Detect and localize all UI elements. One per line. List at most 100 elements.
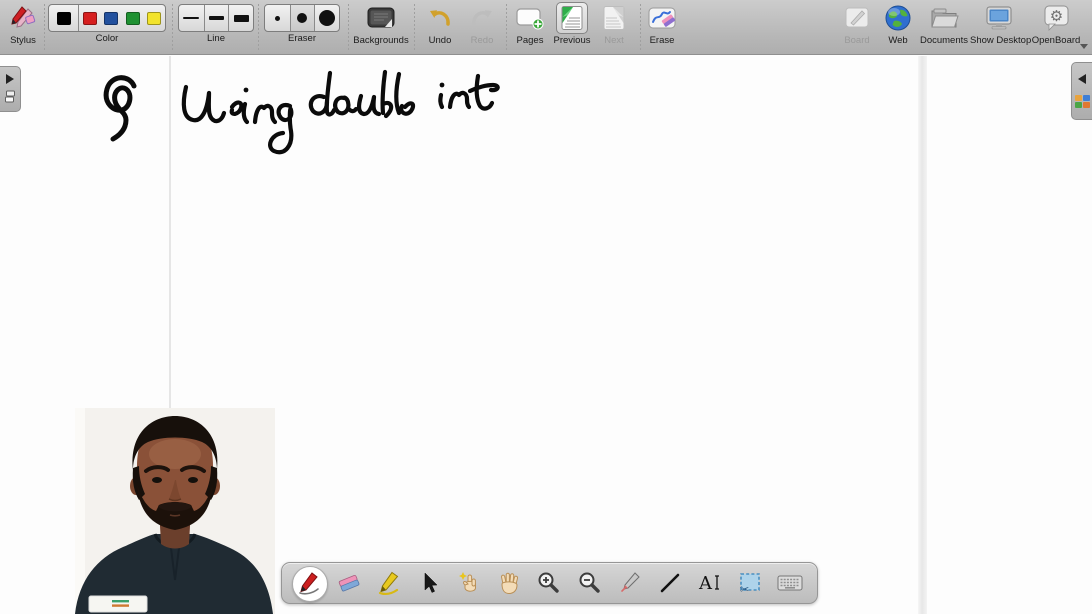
previous-page-icon <box>551 2 593 34</box>
page-edge-divider <box>918 56 927 614</box>
eraser-tool-button[interactable] <box>332 565 366 601</box>
eraser-large-button[interactable] <box>314 5 339 31</box>
eraser-label: Eraser <box>264 33 340 44</box>
show-desktop-button[interactable]: Show Desktop <box>970 2 1028 46</box>
floating-tool-palette: A ✂ <box>281 562 818 604</box>
web-label: Web <box>880 35 916 46</box>
line-tool-button[interactable] <box>653 565 687 601</box>
handwriting-q-stroke <box>106 78 134 139</box>
openboard-window: Stylus Color <box>0 0 1092 614</box>
webcam-overlay <box>75 408 275 614</box>
keyboard-icon <box>776 570 804 596</box>
color-swatch-yellow[interactable] <box>143 5 165 31</box>
eraser-medium-button[interactable] <box>290 5 315 31</box>
eraser-small-button[interactable] <box>265 5 290 31</box>
hand-tool-button[interactable] <box>492 565 526 601</box>
interact-tool-button[interactable] <box>452 565 486 601</box>
color-swatch <box>83 12 97 25</box>
undo-icon <box>420 2 460 34</box>
toolbar-separator <box>640 4 641 50</box>
backgrounds-icon <box>352 2 410 34</box>
line-icon <box>658 571 682 595</box>
pen-icon <box>296 570 322 596</box>
erase-page-button[interactable]: Erase <box>644 2 680 46</box>
color-swatch <box>147 12 161 25</box>
stylus-button[interactable]: Stylus <box>4 2 42 46</box>
top-toolbar: Stylus Color <box>0 0 1092 55</box>
openboard-menu-button[interactable]: ⚙ OpenBoard <box>1028 2 1084 46</box>
selector-tool-button[interactable] <box>412 565 446 601</box>
openboard-menu-chevron-icon[interactable] <box>1080 44 1088 49</box>
show-desktop-label: Show Desktop <box>970 35 1028 46</box>
previous-label: Previous <box>551 35 593 46</box>
pen-tool-button[interactable] <box>292 565 326 601</box>
color-swatch-blue[interactable] <box>100 5 122 31</box>
highlighter-icon <box>376 570 402 596</box>
documents-label: Documents <box>918 35 970 46</box>
line-width-picker <box>178 4 254 32</box>
pages-button[interactable]: Pages <box>512 2 548 46</box>
color-swatch <box>126 12 140 25</box>
board-mode-button[interactable]: Board <box>838 2 876 46</box>
toolbar-separator <box>172 4 173 50</box>
line-medium-button[interactable] <box>204 5 229 31</box>
selector-arrow-icon <box>417 571 441 595</box>
virtual-keyboard-button[interactable] <box>773 565 807 601</box>
interact-hand-icon <box>456 570 482 596</box>
zoom-out-icon <box>577 570 603 596</box>
expand-right-icon <box>6 74 14 84</box>
documents-mode-button[interactable]: Documents <box>918 2 970 46</box>
openboard-label: OpenBoard <box>1028 35 1084 46</box>
eraser-medium-icon <box>297 13 307 23</box>
previous-button[interactable]: Previous <box>551 2 593 46</box>
web-mode-button[interactable]: Web <box>880 2 916 46</box>
color-swatch-green[interactable] <box>122 5 144 31</box>
library-icon <box>1075 95 1090 108</box>
line-thin-button[interactable] <box>179 5 204 31</box>
line-thick-button[interactable] <box>228 5 253 31</box>
line-thick-icon <box>234 15 249 22</box>
color-swatch <box>104 12 118 25</box>
undo-button[interactable]: Undo <box>420 2 460 46</box>
whiteboard-canvas[interactable] <box>0 56 1092 614</box>
next-button[interactable]: Next <box>596 2 632 46</box>
svg-text:A: A <box>698 573 713 594</box>
color-swatch <box>57 12 71 25</box>
eraser-small-icon <box>275 16 280 21</box>
stylus-label: Stylus <box>4 35 42 46</box>
page-navigator-tab[interactable] <box>0 66 21 112</box>
capture-tool-button[interactable]: ✂ <box>733 565 767 601</box>
pages-add-icon <box>512 2 548 34</box>
board-icon <box>838 2 876 34</box>
toolbar-separator <box>414 4 415 50</box>
backgrounds-label: Backgrounds <box>352 35 410 46</box>
stylus-icon <box>4 2 42 34</box>
zoom-out-tool-button[interactable] <box>573 565 607 601</box>
line-group: Line <box>178 2 254 44</box>
next-label: Next <box>596 35 632 46</box>
color-swatch-red[interactable] <box>78 5 100 31</box>
redo-icon <box>462 2 502 34</box>
color-label: Color <box>48 33 166 44</box>
pages-label: Pages <box>512 35 548 46</box>
toolbar-separator <box>44 4 45 50</box>
backgrounds-button[interactable]: Backgrounds <box>352 2 410 46</box>
show-desktop-monitor-icon <box>970 2 1028 34</box>
toolbar-separator <box>506 4 507 50</box>
next-page-icon <box>596 2 632 34</box>
highlighter-tool-button[interactable] <box>372 565 406 601</box>
color-swatch-black-selected[interactable] <box>49 5 78 31</box>
laser-pointer-icon <box>617 570 643 596</box>
toolbar-separator <box>348 4 349 50</box>
redo-label: Redo <box>462 35 502 46</box>
zoom-in-tool-button[interactable] <box>532 565 566 601</box>
presenter-video <box>75 408 275 614</box>
eraser-group: Eraser <box>264 2 340 44</box>
redo-button[interactable]: Redo <box>462 2 502 46</box>
text-tool-button[interactable]: A <box>693 565 727 601</box>
library-tab[interactable] <box>1071 62 1092 120</box>
hand-pan-icon <box>496 570 522 596</box>
line-thin-icon <box>183 17 199 19</box>
pointer-tool-button[interactable] <box>613 565 647 601</box>
line-label: Line <box>178 33 254 44</box>
